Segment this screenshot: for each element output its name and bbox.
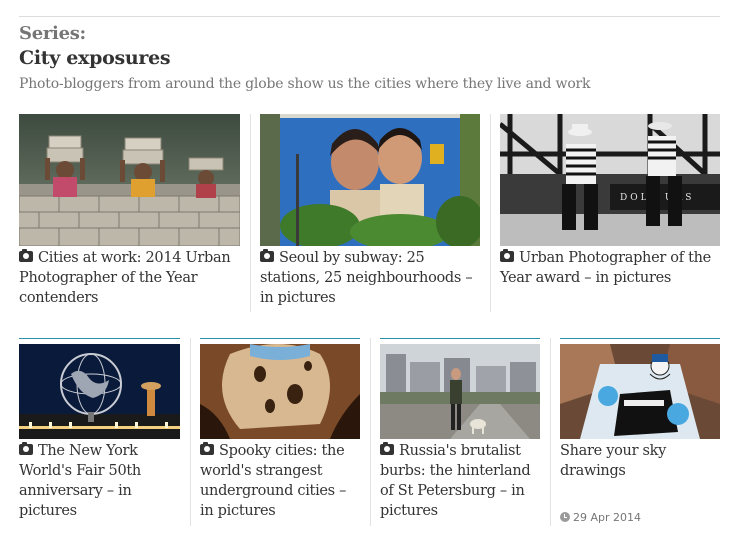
series-description: Photo-bloggers from around the globe sho…	[19, 76, 591, 92]
card-image-seoul-mural[interactable]	[260, 114, 480, 246]
card-top-rule	[380, 338, 540, 339]
card-caption[interactable]: Seoul by subway: 25 stations, 25 neighbo…	[260, 248, 480, 308]
series-label: Series:	[19, 23, 86, 44]
timestamp: 29 Apr 2014	[560, 511, 641, 524]
card-image-workers[interactable]	[19, 114, 240, 246]
camera-icon	[500, 249, 514, 262]
column-divider	[550, 338, 551, 526]
card-image-gondoliers[interactable]: DOLA URS	[500, 114, 720, 246]
card-image-sky-drawing[interactable]	[560, 344, 720, 439]
card-top-rule	[200, 338, 360, 339]
card-image-caves[interactable]	[200, 344, 360, 439]
card-spooky-cities[interactable]: Spooky cities: the world's strangest und…	[200, 344, 360, 521]
camera-icon	[260, 249, 274, 262]
card-new-york-worlds-fair[interactable]: The New York World's Fair 50th anniversa…	[19, 344, 180, 521]
card-top-rule	[19, 338, 180, 339]
card-caption[interactable]: Russia's brutalist burbs: the hinterland…	[380, 441, 540, 521]
card-top-rule	[560, 338, 720, 339]
camera-icon	[380, 442, 394, 455]
card-caption[interactable]: Urban Photographer of the Year award – i…	[500, 248, 720, 288]
card-cities-at-work[interactable]: Cities at work: 2014 Urban Photographer …	[19, 114, 240, 308]
clock-icon	[560, 512, 570, 522]
camera-icon	[200, 442, 214, 455]
card-caption[interactable]: Cities at work: 2014 Urban Photographer …	[19, 248, 240, 308]
card-caption[interactable]: The New York World's Fair 50th anniversa…	[19, 441, 180, 521]
card-russias-brutalist-burbs[interactable]: Russia's brutalist burbs: the hinterland…	[380, 344, 540, 521]
card-urban-photographer-award[interactable]: DOLA URS Urban Photographer of the Year …	[500, 114, 720, 288]
card-seoul-by-subway[interactable]: Seoul by subway: 25 stations, 25 neighbo…	[260, 114, 480, 308]
card-caption[interactable]: Share your sky drawings	[560, 441, 720, 481]
card-share-your-sky-drawings[interactable]: Share your sky drawings	[560, 344, 720, 481]
column-divider	[490, 114, 491, 312]
series-title[interactable]: City exposures	[19, 47, 171, 69]
column-divider	[190, 338, 191, 526]
card-image-brutalist[interactable]	[380, 344, 540, 439]
card-caption[interactable]: Spooky cities: the world's strangest und…	[200, 441, 360, 521]
column-divider	[370, 338, 371, 526]
card-image-unisphere[interactable]	[19, 344, 180, 439]
camera-icon	[19, 442, 33, 455]
column-divider	[250, 114, 251, 312]
camera-icon	[19, 249, 33, 262]
top-divider	[19, 16, 720, 17]
